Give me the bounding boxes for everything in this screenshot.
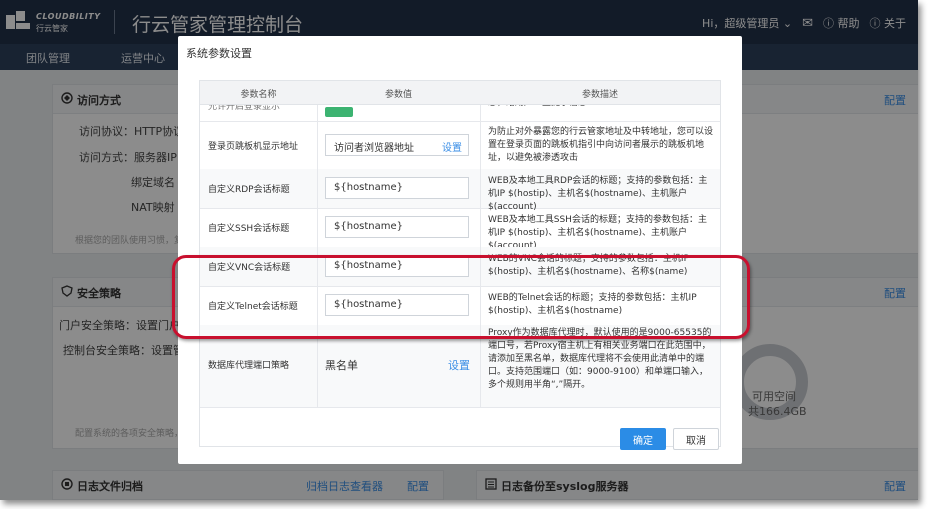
row-name: 自定义SSH会话标题 <box>208 224 290 234</box>
cell-desc: WEB及本地工具RDP会话的标题；支持的参数包括：主机IP $(hostip)、… <box>480 169 720 212</box>
cell-desc: 为防止对外暴露您的行云管家地址及中转地址，您可以设置在登录页面的跳板机指引中向访… <box>480 121 720 169</box>
highlight-annotation <box>172 255 750 339</box>
toggle-switch[interactable] <box>325 107 353 117</box>
column-description: 参数描述 <box>581 90 618 100</box>
cell-value: 访问者浏览器地址 设置 <box>317 121 481 169</box>
dialog-title: 系统参数设置 <box>186 47 252 60</box>
cell-desc: WEB及本地工具SSH会话的标题；支持的参数包括：主机IP $(hostip)、… <box>480 208 720 251</box>
row-desc: 为防止对外暴露您的行云管家地址及中转地址，您可以设置在登录页面的跳板机指引中向访… <box>488 127 714 163</box>
db-proxy-set-link[interactable]: 设置 <box>448 357 470 373</box>
system-settings-dialog: 系统参数设置 参数名称 参数值 参数描述 允许开启登录显示 用户登录时，会在此界… <box>178 36 742 464</box>
table-row: 登录页跳板机显示地址 访问者浏览器地址 设置 为防止对外暴露您的行云管家地址及中… <box>200 121 720 170</box>
row-name: 自定义RDP会话标题 <box>208 185 290 195</box>
table-header: 参数名称 参数值 参数描述 <box>200 81 720 105</box>
rdp-title-input[interactable]: ${hostname} <box>325 177 469 199</box>
cell-value: ${hostname} <box>317 169 481 208</box>
app-window: CLOUDBILITY 行云管家 行云管家管理控制台 Hi，超级管理员 ⌄ ✉ … <box>0 0 918 500</box>
table-row: 自定义RDP会话标题 ${hostname} WEB及本地工具RDP会话的标题；… <box>200 169 720 212</box>
table-row: 自定义SSH会话标题 ${hostname} WEB及本地工具SSH会话的标题；… <box>200 208 720 251</box>
confirm-button[interactable]: 确定 <box>620 428 666 450</box>
column-value: 参数值 <box>384 90 412 100</box>
row-name: 数据库代理端口策略 <box>208 361 290 371</box>
cancel-button[interactable]: 取消 <box>673 428 719 450</box>
cell-value: ${hostname} <box>317 208 481 247</box>
cell-name: 登录页跳板机显示地址 <box>200 121 318 169</box>
ssh-title-value: ${hostname} <box>334 221 404 232</box>
row-name: 登录页跳板机显示地址 <box>208 142 299 152</box>
column-name: 参数名称 <box>240 90 277 100</box>
jump-address-value: 访问者浏览器地址 <box>334 143 414 154</box>
jump-address-field: 访问者浏览器地址 设置 <box>325 134 469 156</box>
cell-name: 自定义RDP会话标题 <box>200 169 318 208</box>
ssh-title-input[interactable]: ${hostname} <box>325 216 469 238</box>
cell-name: 自定义SSH会话标题 <box>200 208 318 247</box>
jump-address-set-link[interactable]: 设置 <box>442 139 462 154</box>
db-proxy-policy-value: 黑名单 <box>325 359 358 372</box>
rdp-title-value: ${hostname} <box>334 182 404 193</box>
